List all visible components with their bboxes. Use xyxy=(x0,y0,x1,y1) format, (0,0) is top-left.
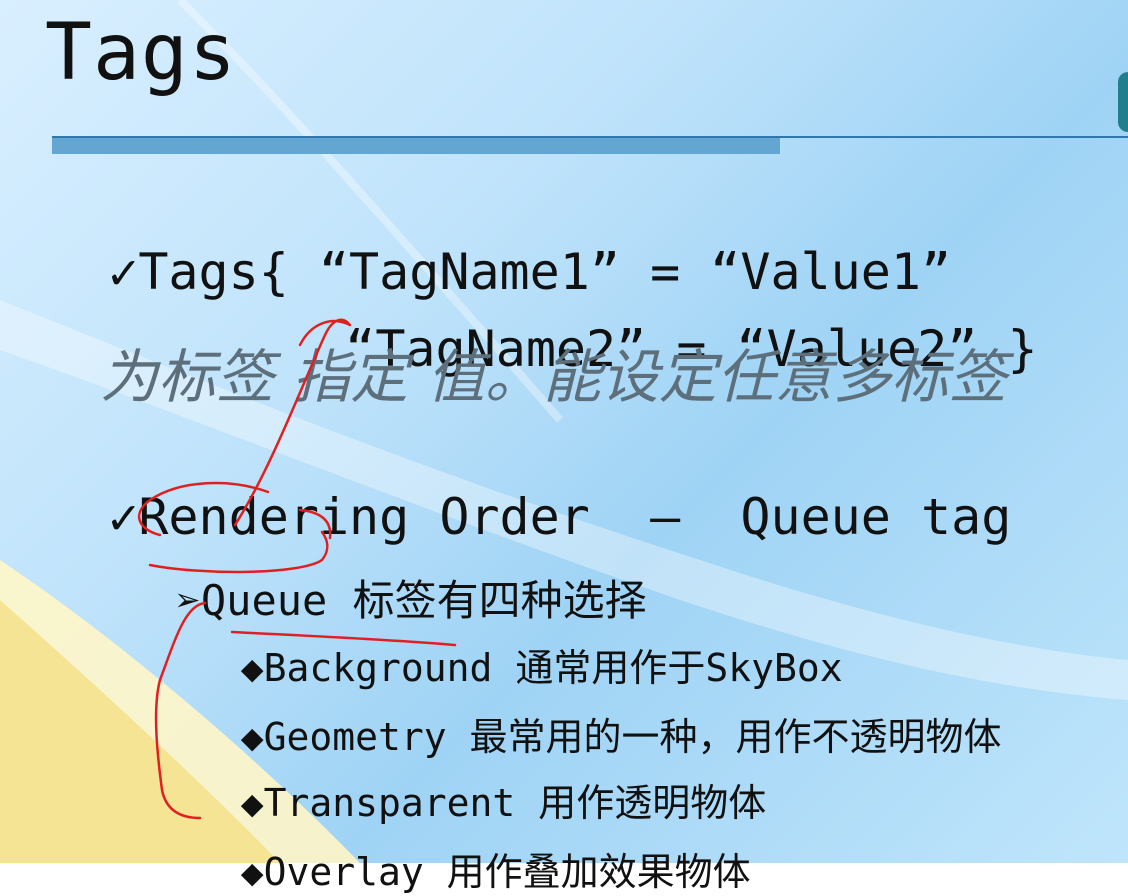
queue-option-overlay: ◆Overlay 用作叠加效果物体 xyxy=(195,797,751,896)
diamond-bullet-icon: ◆ xyxy=(240,850,264,894)
slide-title: Tags xyxy=(45,8,237,98)
title-underline xyxy=(52,138,780,154)
bullet-text: Overlay 用作叠加效果物体 xyxy=(263,850,751,894)
tags-description: 为标签 指定 值。能设定任意多标签 xyxy=(100,343,1007,411)
checkmark-icon: ✓ xyxy=(108,243,139,301)
decorative-leaf-icon xyxy=(1118,72,1128,132)
